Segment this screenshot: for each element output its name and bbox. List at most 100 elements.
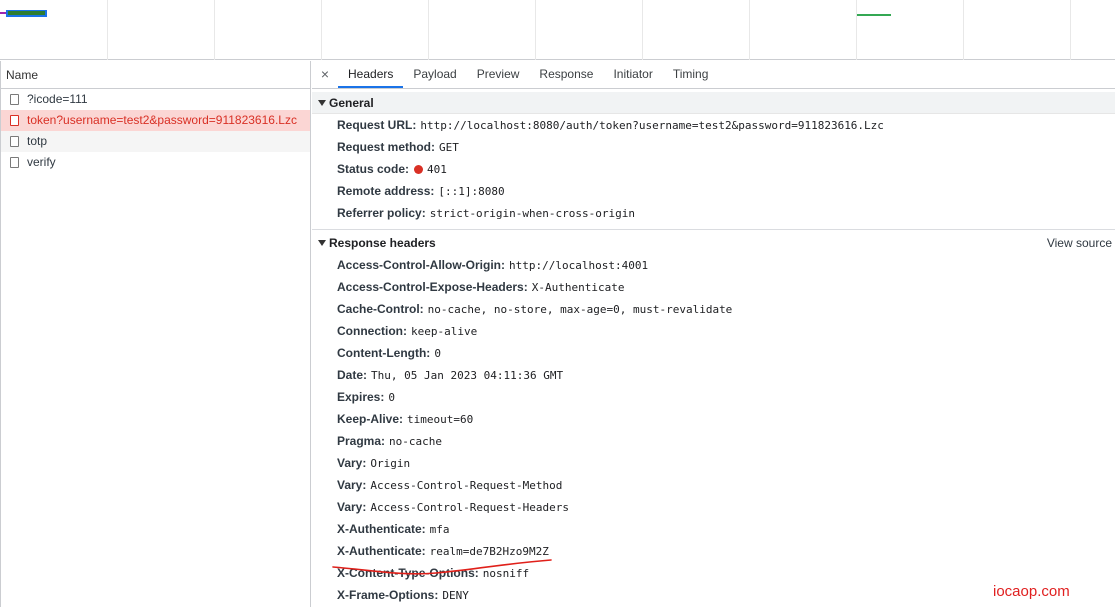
section-title: Response headers: [329, 236, 436, 250]
timeline-divider: [1070, 0, 1071, 60]
header-key: Request URL:: [337, 118, 417, 132]
request-row-selected[interactable]: token?username=test2&password=911823616.…: [1, 110, 310, 131]
request-list-panel: Name ?icode=111 token?username=test2&pas…: [0, 61, 311, 607]
section-title: General: [329, 95, 374, 110]
expand-triangle-icon: [318, 99, 326, 106]
tab-response[interactable]: Response: [529, 61, 603, 88]
request-name: verify: [27, 155, 56, 169]
header-value: strict-origin-when-cross-origin: [429, 207, 636, 220]
header-value: realm=de7B2Hzo9M2Z: [429, 545, 549, 558]
timeline-divider: [321, 0, 322, 60]
response-header-row: Vary: Origin: [312, 452, 1115, 474]
response-header-row: Access-Control-Expose-Headers: X-Authenti…: [312, 276, 1115, 298]
header-value: Access-Control-Request-Headers: [370, 501, 570, 514]
status-error-icon: [414, 165, 424, 174]
network-timeline-overview[interactable]: [0, 0, 1115, 60]
tab-headers[interactable]: Headers: [338, 61, 404, 88]
header-value: no-cache: [389, 435, 443, 448]
watermark-text: iocaop.com: [993, 583, 1070, 600]
timeline-divider: [642, 0, 643, 60]
header-value: nosniff: [482, 567, 530, 580]
response-header-row: X-Authenticate: mfa: [312, 518, 1115, 540]
response-header-row: X-Authenticate: realm=de7B2Hzo9M2Z: [312, 540, 1115, 562]
response-header-row: Vary: Access-Control-Request-Headers: [312, 496, 1115, 518]
response-header-row: Keep-Alive: timeout=60: [312, 408, 1115, 430]
header-value: GET: [439, 141, 459, 154]
request-name: totp: [27, 134, 48, 148]
header-value: Access-Control-Request-Method: [370, 479, 563, 492]
section-divider: [312, 229, 1115, 230]
header-value: http://localhost:4001: [509, 259, 649, 272]
document-icon: [10, 157, 19, 168]
general-row: Request method: GET: [312, 136, 1115, 158]
expand-triangle-icon: [318, 240, 326, 246]
response-header-row: Pragma: no-cache: [312, 430, 1115, 452]
timeline-divider: [107, 0, 108, 60]
header-key: Referrer policy:: [337, 206, 426, 220]
response-header-row: Access-Control-Allow-Origin: http://local…: [312, 254, 1115, 276]
header-key: Connection:: [337, 324, 407, 338]
response-header-row: Expires: 0: [312, 386, 1115, 408]
header-key: Request method:: [337, 140, 436, 154]
header-key: Status code:: [337, 162, 410, 176]
timeline-divider: [214, 0, 215, 60]
header-value: 0: [434, 347, 441, 360]
timeline-divider: [856, 0, 857, 60]
header-value: Thu, 05 Jan 2023 04:11:36 GMT: [371, 369, 564, 382]
general-row: Referrer policy: strict-origin-when-cross…: [312, 202, 1115, 224]
response-header-row: Connection: keep-alive: [312, 320, 1115, 342]
general-row: Remote address: [::1]:8080: [312, 180, 1115, 202]
details-tab-bar: × Headers Payload Preview Response Initi…: [312, 61, 1115, 89]
header-key: Vary:: [337, 478, 367, 492]
response-header-row: Vary: Access-Control-Request-Method: [312, 474, 1115, 496]
header-value: mfa: [429, 523, 450, 536]
header-key: Content-Length:: [337, 346, 431, 360]
header-key: Vary:: [337, 456, 367, 470]
header-key: Remote address:: [337, 184, 435, 198]
header-key: Vary:: [337, 500, 367, 514]
name-column-header[interactable]: Name: [1, 61, 310, 89]
timeline-divider: [963, 0, 964, 60]
header-key: Date:: [337, 368, 368, 382]
general-row: Request URL: http://localhost:8080/auth/t…: [312, 114, 1115, 136]
document-icon: [10, 136, 19, 147]
general-row: Status code: 401: [312, 158, 1115, 180]
header-key: X-Authenticate:: [337, 544, 426, 558]
header-value: X-Authenticate: [531, 281, 625, 294]
header-value: 401: [427, 163, 447, 176]
response-header-row: Content-Length: 0: [312, 342, 1115, 364]
tab-timing[interactable]: Timing: [663, 61, 719, 88]
header-value: http://localhost:8080/auth/token?usernam…: [420, 119, 884, 132]
request-row[interactable]: verify: [1, 152, 310, 173]
header-key: Access-Control-Allow-Origin:: [337, 258, 506, 272]
header-value: no-cache, no-store, max-age=0, must-reva…: [427, 303, 733, 316]
request-row[interactable]: ?icode=111: [1, 89, 310, 110]
header-key: Expires:: [337, 390, 385, 404]
request-name: token?username=test2&password=911823616.…: [27, 113, 297, 127]
header-key: Cache-Control:: [337, 302, 424, 316]
response-header-row: X-Content-Type-Options: nosniff: [312, 562, 1115, 584]
request-row[interactable]: totp: [1, 131, 310, 152]
tab-payload[interactable]: Payload: [403, 61, 466, 88]
close-icon[interactable]: ×: [312, 61, 338, 88]
response-header-row: Cache-Control: no-cache, no-store, max-ag…: [312, 298, 1115, 320]
document-icon: [10, 94, 19, 105]
request-details-panel: × Headers Payload Preview Response Initi…: [312, 61, 1115, 607]
header-value: Origin: [370, 457, 411, 470]
header-value: DENY: [442, 589, 469, 602]
header-value: 0: [388, 391, 395, 404]
timeline-divider: [749, 0, 750, 60]
view-source-link[interactable]: View source: [1047, 232, 1112, 254]
header-key: Keep-Alive:: [337, 412, 404, 426]
response-headers-section-header[interactable]: Response headers View source: [312, 232, 1115, 254]
header-key: Pragma:: [337, 434, 386, 448]
timeline-request-bar: [8, 11, 45, 15]
timeline-request-bar: [857, 14, 891, 16]
header-key: Access-Control-Expose-Headers:: [337, 280, 528, 294]
tab-preview[interactable]: Preview: [467, 61, 530, 88]
general-section-header[interactable]: General: [312, 92, 1115, 114]
timeline-divider: [428, 0, 429, 60]
request-name: ?icode=111: [27, 92, 88, 106]
header-key: X-Authenticate:: [337, 522, 426, 536]
tab-initiator[interactable]: Initiator: [603, 61, 662, 88]
